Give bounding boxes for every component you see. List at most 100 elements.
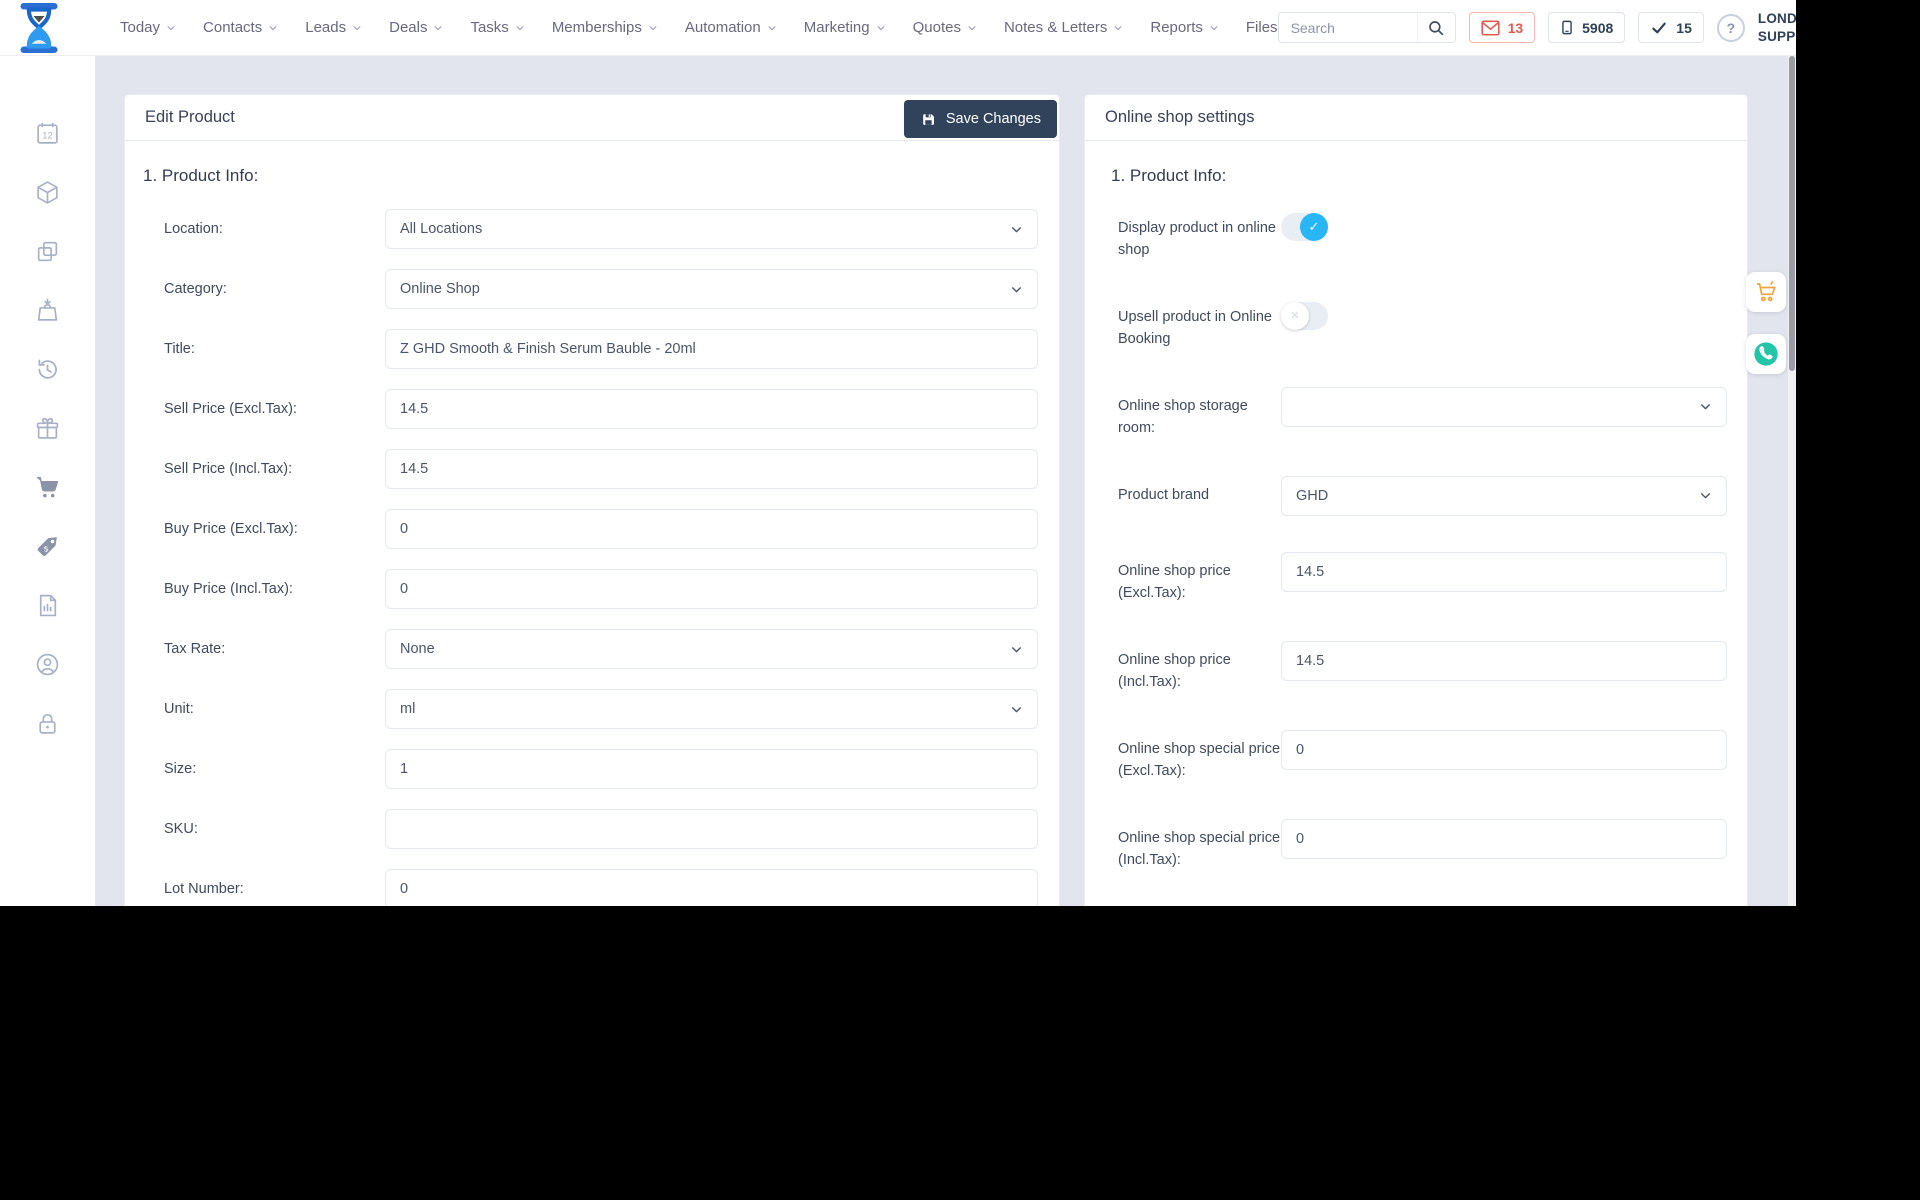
nav-today[interactable]: Today (120, 19, 176, 36)
sku-row: SKU: (125, 809, 1059, 849)
lot-number-input[interactable] (385, 869, 1038, 906)
edit-product-fields: Location: All Locations Category: Online Sh… (125, 209, 1059, 906)
sidebar-item-pricing[interactable]: $ (35, 533, 61, 559)
buy-price-excl-tax-input[interactable] (385, 509, 1038, 549)
chevron-down-icon (1701, 493, 1710, 499)
messages-count: 13 (1507, 19, 1524, 36)
unit-select[interactable]: ml (385, 689, 1038, 729)
nav-marketing[interactable]: Marketing (804, 19, 886, 36)
product-title-label: Title: (164, 341, 195, 357)
nav-label: Marketing (803, 19, 870, 36)
category-label: Category: (164, 281, 227, 297)
sidebar-item-history[interactable] (35, 356, 61, 382)
online-shop-header: Online shop settings (1085, 95, 1747, 141)
product-brand-select[interactable]: GHD (1281, 475, 1727, 516)
sku-input[interactable] (385, 809, 1038, 849)
vertical-scrollbar[interactable] (1788, 56, 1796, 906)
sell-price-incl-tax-input[interactable] (385, 449, 1038, 489)
envelope-icon (1480, 19, 1500, 36)
sell-price-incl-tax-row: Sell Price (Incl.Tax): (125, 449, 1059, 489)
size-row: Size: (125, 749, 1059, 789)
unit-select-value: ml (400, 701, 416, 717)
search-input[interactable] (1278, 13, 1417, 42)
online-shop-cart-button[interactable] (1746, 272, 1786, 312)
sidebar-item-security[interactable] (35, 710, 61, 736)
chevron-down-icon (968, 25, 976, 30)
sidebar-item-shopping-bag[interactable] (35, 297, 61, 323)
nav-contacts[interactable]: Contacts (203, 19, 278, 36)
edit-product-card: Edit Product Save Changes 1. Product Inf… (124, 94, 1060, 906)
sidebar-item-account[interactable] (35, 651, 61, 677)
buy-price-excl-tax-label: Buy Price (Excl.Tax): (164, 521, 298, 537)
nav-memberships[interactable]: Memberships (552, 19, 658, 36)
tasks-badge[interactable]: 15 (1638, 12, 1704, 43)
chevron-down-icon (269, 25, 277, 30)
online-shop-special-price-incl-label: Online shop special price (Incl.Tax): (1118, 829, 1281, 869)
chevron-down-icon (1210, 25, 1218, 30)
online-shop-settings-card: Online shop settings 1. Product Info: Di… (1084, 94, 1748, 906)
online-shop-special-price-excl-label: Online shop special price (Excl.Tax): (1118, 740, 1281, 780)
online-shop-price-incl-tax-input[interactable] (1281, 640, 1727, 681)
online-shop-price-incl-tax-row: Online shop price (Incl.Tax): (1085, 640, 1747, 694)
unit-label: Unit: (164, 701, 194, 717)
category-select[interactable]: Online Shop (385, 269, 1038, 309)
upsell-product-online-booking-label: Upsell product in Online Booking (1118, 308, 1272, 348)
sidebar-item-gift-cards[interactable] (35, 415, 61, 441)
nav-files[interactable]: Files (1246, 19, 1278, 36)
location-select[interactable]: All Locations (385, 209, 1038, 249)
nav-automation[interactable]: Automation (685, 19, 777, 36)
nav-reports[interactable]: Reports (1150, 19, 1219, 36)
product-title-input[interactable] (385, 329, 1038, 369)
location-row: Location: All Locations (125, 209, 1059, 249)
whatsapp-button[interactable] (1746, 334, 1786, 374)
display-product-online-shop-toggle[interactable]: ✓ (1281, 213, 1328, 241)
nav-leads[interactable]: Leads (305, 19, 362, 36)
sidebar-item-reports[interactable] (35, 592, 61, 618)
phone-badge[interactable]: 5908 (1548, 12, 1626, 43)
save-changes-button[interactable]: Save Changes (903, 100, 1057, 138)
nav-tasks[interactable]: Tasks (470, 19, 524, 36)
online-shop-price-excl-tax-row: Online shop price (Excl.Tax): (1085, 551, 1747, 605)
product-brand-row: Product brand GHD (1085, 475, 1747, 516)
online-shop-special-price-incl-input[interactable] (1281, 818, 1727, 859)
app-logo[interactable] (18, 2, 60, 53)
main-content: Edit Product Save Changes 1. Product Inf… (95, 56, 1796, 906)
chevron-down-icon (353, 25, 361, 30)
top-navigation-bar: Today Contacts Leads Deals Tasks Memberships A… (0, 0, 1796, 56)
sidebar-item-calendar[interactable]: 12 (35, 120, 61, 146)
page-title: Edit Product (145, 108, 235, 126)
online-shop-storage-room-select[interactable] (1281, 386, 1727, 427)
floppy-save-icon (923, 113, 934, 125)
display-product-online-shop-label: Display product in online shop (1118, 220, 1276, 259)
chevron-down-icon (167, 25, 175, 30)
toggle-cross-icon: ✕ (1281, 301, 1309, 330)
nav-deals[interactable]: Deals (389, 19, 443, 36)
nav-quotes[interactable]: Quotes (913, 19, 977, 36)
online-shop-price-excl-tax-input[interactable] (1281, 551, 1727, 592)
sidebar-item-products[interactable] (35, 179, 61, 205)
sidebar-item-cart[interactable] (35, 474, 61, 500)
nav-label: Tasks (470, 19, 509, 36)
scrollbar-thumb[interactable] (1789, 56, 1795, 371)
cart-icon (1757, 281, 1776, 302)
tax-rate-select[interactable]: None (385, 629, 1038, 669)
online-shop-special-price-excl-input[interactable] (1281, 729, 1727, 770)
online-shop-special-price-incl-row: Online shop special price (Incl.Tax): (1085, 818, 1747, 872)
online-shop-storage-room-row: Online shop storage room: (1085, 386, 1747, 440)
nav-notes-letters[interactable]: Notes & Letters (1004, 19, 1123, 36)
sidebar-item-duplicates[interactable] (35, 238, 61, 264)
help-button[interactable]: ? (1716, 13, 1745, 42)
category-select-value: Online Shop (400, 281, 480, 297)
upsell-product-online-booking-toggle[interactable]: ✕ (1281, 301, 1328, 330)
product-brand-label: Product brand (1118, 486, 1210, 503)
search-button[interactable] (1416, 13, 1455, 42)
lot-number-row: Lot Number: (125, 869, 1059, 906)
size-input[interactable] (385, 749, 1038, 789)
buy-price-incl-tax-input[interactable] (385, 569, 1038, 609)
chevron-down-icon (1012, 646, 1021, 652)
size-label: Size: (164, 761, 197, 777)
sell-price-excl-tax-input[interactable] (385, 389, 1038, 429)
messages-badge[interactable]: 13 (1468, 12, 1536, 43)
chevron-down-icon (1012, 226, 1021, 232)
buy-price-incl-tax-label: Buy Price (Incl.Tax): (164, 581, 293, 597)
